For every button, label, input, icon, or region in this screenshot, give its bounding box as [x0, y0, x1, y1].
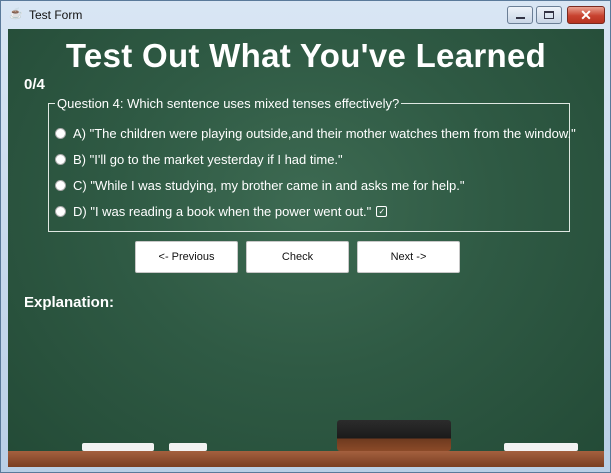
explanation-label: Explanation: — [24, 294, 115, 311]
minimize-button[interactable] — [507, 6, 533, 24]
minimize-icon — [516, 17, 525, 19]
option-b[interactable]: B) "I'll go to the market yesterday if I… — [55, 149, 343, 169]
option-b-label: B) "I'll go to the market yesterday if I… — [73, 151, 343, 167]
option-c-label: C) "While I was studying, my brother cam… — [73, 177, 465, 193]
checkbox-icon: ✓ — [376, 205, 388, 217]
radio-option-d[interactable] — [55, 205, 66, 217]
option-a-label: A) "The children were playing outside,an… — [73, 125, 576, 141]
chalk-piece — [82, 443, 154, 451]
chalk-ledge — [8, 451, 604, 467]
option-d[interactable]: D) "I was reading a book when the power … — [55, 201, 388, 221]
chalkboard-panel: Test Out What You've Learned 0/4 Questio… — [8, 29, 604, 467]
chalk-piece — [504, 443, 578, 451]
next-button[interactable]: Next -> — [357, 241, 460, 273]
window-title: Test Form — [29, 8, 83, 22]
radio-option-c[interactable] — [55, 179, 66, 191]
question-group: Question 4: Which sentence uses mixed te… — [48, 96, 576, 232]
option-c[interactable]: C) "While I was studying, my brother cam… — [55, 175, 464, 195]
maximize-button[interactable] — [536, 6, 562, 24]
radio-option-a[interactable] — [55, 127, 66, 139]
test-form-window: ☕ Test Form ✕ Test Out What You've Learn… — [0, 0, 611, 473]
check-button[interactable]: Check — [246, 241, 349, 273]
page-title: Test Out What You've Learned — [65, 37, 547, 74]
chalk-piece — [169, 443, 207, 451]
previous-button[interactable]: <- Previous — [135, 241, 238, 273]
score-label: 0/4 — [24, 76, 45, 93]
radio-option-b[interactable] — [55, 153, 66, 165]
option-a[interactable]: A) "The children were playing outside,an… — [55, 123, 576, 143]
title-bar[interactable]: ☕ Test Form ✕ — [1, 1, 610, 29]
app-icon: ☕ — [9, 8, 23, 20]
option-d-label: D) "I was reading a book when the power … — [73, 203, 372, 219]
close-icon: ✕ — [580, 7, 592, 23]
question-legend: Question 4: Which sentence uses mixed te… — [57, 96, 400, 111]
eraser-image — [337, 420, 451, 451]
maximize-icon — [544, 11, 554, 19]
close-button[interactable]: ✕ — [567, 6, 605, 24]
